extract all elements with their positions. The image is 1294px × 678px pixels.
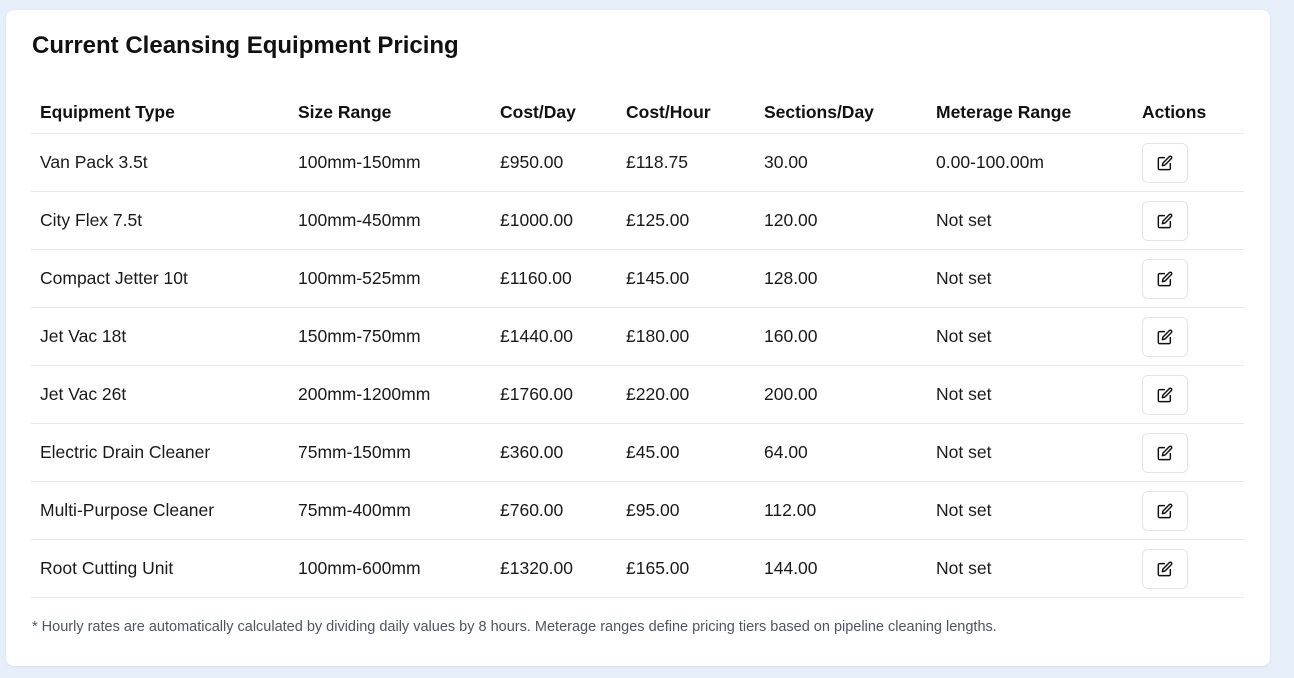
actions-cell: [1133, 539, 1244, 598]
table-body: Van Pack 3.5t 100mm-150mm £950.00 £118.75 30…: [31, 133, 1244, 598]
table-row: Root Cutting Unit 100mm-600mm £1320.00 £165…: [31, 539, 1244, 598]
meterage-range-cell: Not set: [927, 539, 1133, 598]
cost-hour-cell: £180.00: [617, 307, 755, 366]
actions-cell: [1133, 191, 1244, 250]
cost-hour-cell: £145.00: [617, 249, 755, 308]
table-row: Multi-Purpose Cleaner 75mm-400mm £760.00 £9…: [31, 481, 1244, 540]
size-range-cell: 100mm-525mm: [289, 249, 491, 308]
column-header-sections-day[interactable]: Sections/Day: [755, 92, 927, 134]
size-range-cell: 200mm-1200mm: [289, 365, 491, 424]
meterage-range-cell: Not set: [927, 365, 1133, 424]
edit-icon: [1157, 387, 1173, 403]
column-header-cost-day[interactable]: Cost/Day: [491, 92, 617, 134]
edit-button[interactable]: [1142, 142, 1188, 183]
cost-hour-cell: £95.00: [617, 481, 755, 540]
sections-day-cell: 144.00: [755, 539, 927, 598]
column-header-equipment-type[interactable]: Equipment Type: [31, 92, 289, 134]
actions-cell: [1133, 423, 1244, 482]
equipment-type-cell: Jet Vac 26t: [31, 365, 289, 424]
cost-hour-cell: £45.00: [617, 423, 755, 482]
edit-icon: [1157, 213, 1173, 229]
table-header-row: Equipment Type Size Range Cost/Day Cost/…: [31, 92, 1244, 134]
cost-day-cell: £1440.00: [491, 307, 617, 366]
actions-cell: [1133, 481, 1244, 540]
actions-cell: [1133, 133, 1244, 192]
meterage-range-cell: Not set: [927, 481, 1133, 540]
cost-day-cell: £360.00: [491, 423, 617, 482]
cost-day-cell: £1000.00: [491, 191, 617, 250]
sections-day-cell: 128.00: [755, 249, 927, 308]
meterage-range-cell: Not set: [927, 307, 1133, 366]
edit-icon: [1157, 503, 1173, 519]
cost-day-cell: £1320.00: [491, 539, 617, 598]
column-header-cost-hour[interactable]: Cost/Hour: [617, 92, 755, 134]
equipment-type-cell: Multi-Purpose Cleaner: [31, 481, 289, 540]
column-header-size-range[interactable]: Size Range: [289, 92, 491, 134]
edit-icon: [1157, 445, 1173, 461]
size-range-cell: 75mm-150mm: [289, 423, 491, 482]
cost-day-cell: £1160.00: [491, 249, 617, 308]
actions-cell: [1133, 249, 1244, 308]
sections-day-cell: 64.00: [755, 423, 927, 482]
meterage-range-cell: Not set: [927, 191, 1133, 250]
table-row: Jet Vac 18t 150mm-750mm £1440.00 £180.00 160…: [31, 307, 1244, 366]
sections-day-cell: 112.00: [755, 481, 927, 540]
page-title: Current Cleansing Equipment Pricing: [32, 32, 459, 59]
size-range-cell: 100mm-600mm: [289, 539, 491, 598]
size-range-cell: 100mm-150mm: [289, 133, 491, 192]
cost-hour-cell: £118.75: [617, 133, 755, 192]
edit-button[interactable]: [1142, 258, 1188, 299]
edit-button[interactable]: [1142, 374, 1188, 415]
edit-button[interactable]: [1142, 316, 1188, 357]
meterage-range-cell: 0.00-100.00m: [927, 133, 1133, 192]
sections-day-cell: 120.00: [755, 191, 927, 250]
pricing-card: Current Cleansing Equipment Pricing Equi…: [6, 10, 1270, 666]
meterage-range-cell: Not set: [927, 423, 1133, 482]
edit-button[interactable]: [1142, 548, 1188, 589]
size-range-cell: 75mm-400mm: [289, 481, 491, 540]
edit-button[interactable]: [1142, 490, 1188, 531]
sections-day-cell: 200.00: [755, 365, 927, 424]
sections-day-cell: 160.00: [755, 307, 927, 366]
size-range-cell: 150mm-750mm: [289, 307, 491, 366]
cost-hour-cell: £220.00: [617, 365, 755, 424]
column-header-actions: Actions: [1133, 92, 1244, 134]
cost-hour-cell: £165.00: [617, 539, 755, 598]
table-row: City Flex 7.5t 100mm-450mm £1000.00 £125.00…: [31, 191, 1244, 250]
footnote: * Hourly rates are automatically calcula…: [32, 619, 997, 635]
edit-icon: [1157, 271, 1173, 287]
equipment-type-cell: Electric Drain Cleaner: [31, 423, 289, 482]
equipment-type-cell: Jet Vac 18t: [31, 307, 289, 366]
table-row: Compact Jetter 10t 100mm-525mm £1160.00 £14…: [31, 249, 1244, 308]
meterage-range-cell: Not set: [927, 249, 1133, 308]
column-header-meterage-range[interactable]: Meterage Range: [927, 92, 1133, 134]
table-row: Van Pack 3.5t 100mm-150mm £950.00 £118.75 30…: [31, 133, 1244, 192]
equipment-type-cell: Root Cutting Unit: [31, 539, 289, 598]
cost-hour-cell: £125.00: [617, 191, 755, 250]
sections-day-cell: 30.00: [755, 133, 927, 192]
pricing-table: Equipment Type Size Range Cost/Day Cost/…: [31, 92, 1244, 598]
actions-cell: [1133, 307, 1244, 366]
size-range-cell: 100mm-450mm: [289, 191, 491, 250]
edit-button[interactable]: [1142, 432, 1188, 473]
table-row: Electric Drain Cleaner 75mm-150mm £360.00 £…: [31, 423, 1244, 482]
edit-icon: [1157, 329, 1173, 345]
edit-icon: [1157, 155, 1173, 171]
cost-day-cell: £950.00: [491, 133, 617, 192]
actions-cell: [1133, 365, 1244, 424]
table-row: Jet Vac 26t 200mm-1200mm £1760.00 £220.00 20…: [31, 365, 1244, 424]
edit-button[interactable]: [1142, 200, 1188, 241]
edit-icon: [1157, 561, 1173, 577]
equipment-type-cell: Compact Jetter 10t: [31, 249, 289, 308]
cost-day-cell: £1760.00: [491, 365, 617, 424]
equipment-type-cell: Van Pack 3.5t: [31, 133, 289, 192]
cost-day-cell: £760.00: [491, 481, 617, 540]
equipment-type-cell: City Flex 7.5t: [31, 191, 289, 250]
